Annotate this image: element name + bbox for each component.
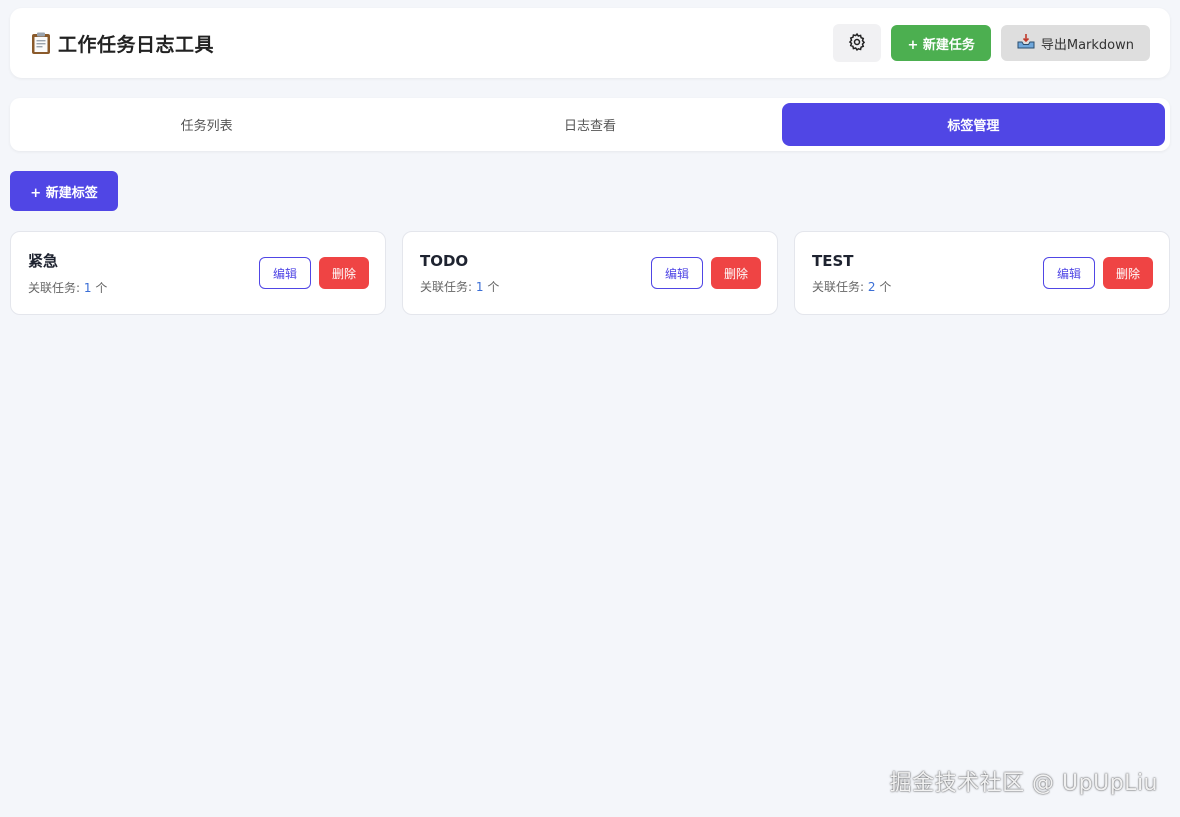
tag-actions: 编辑 删除 [259, 257, 369, 289]
tag-count: 1 [83, 281, 92, 295]
tag-name: TEST [812, 251, 854, 270]
tab-log-view[interactable]: 日志查看 [398, 103, 781, 146]
delete-tag-button[interactable]: 删除 [711, 257, 761, 289]
delete-tag-button[interactable]: 删除 [1103, 257, 1153, 289]
new-task-button[interactable]: + 新建任务 [891, 25, 991, 61]
new-tag-button[interactable]: + 新建标签 [10, 171, 118, 211]
tag-card: TODO 关联任务: 1 个 编辑 删除 [402, 231, 778, 315]
tag-info: TEST 关联任务: 2 个 [812, 252, 891, 295]
header-actions: + 新建任务 导出Markdown [833, 24, 1150, 62]
tag-count: 2 [867, 279, 876, 294]
tag-card: 紧急 关联任务: 1 个 编辑 删除 [10, 231, 386, 315]
tag-card: TEST 关联任务: 2 个 编辑 删除 [794, 231, 1170, 315]
edit-tag-button[interactable]: 编辑 [651, 257, 703, 289]
main-tabs: 任务列表 日志查看 标签管理 [10, 98, 1170, 151]
tag-name: TODO [420, 251, 469, 270]
tag-actions: 编辑 删除 [651, 257, 761, 289]
gear-icon [847, 32, 867, 55]
tab-tag-management[interactable]: 标签管理 [781, 103, 1165, 146]
inbox-tray-icon [1017, 33, 1035, 53]
tag-info: 紧急 关联任务: 1 个 [28, 250, 107, 296]
tag-actions: 编辑 删除 [1043, 257, 1153, 289]
tag-meta-suffix: 个 [483, 279, 500, 294]
edit-tag-button[interactable]: 编辑 [1043, 257, 1095, 289]
export-button-label: 导出Markdown [1040, 37, 1134, 53]
watermark: 掘金技术社区 @ UpUpLiu [889, 771, 1158, 796]
edit-tag-button[interactable]: 编辑 [259, 257, 311, 289]
app-title: 工作任务日志工具 [58, 33, 215, 56]
tag-meta-prefix: 关联任务: [420, 279, 476, 294]
tag-info: TODO 关联任务: 1 个 [420, 252, 499, 295]
app-header: 工作任务日志工具 + 新建任务 导出Markdown [10, 8, 1170, 78]
app-root: 工作任务日志工具 + 新建任务 导出Markdown 任务列表 日志查看 标签管… [0, 0, 1180, 817]
delete-tag-button[interactable]: 删除 [319, 257, 369, 289]
tag-meta: 关联任务: 2 个 [812, 278, 891, 295]
title-wrap: 工作任务日志工具 [30, 30, 214, 57]
tag-name: 紧急 [28, 252, 59, 270]
clipboard-icon [30, 31, 52, 55]
export-markdown-button[interactable]: 导出Markdown [1000, 25, 1150, 61]
tag-meta-suffix: 个 [875, 279, 892, 294]
tag-count: 1 [475, 279, 484, 294]
settings-button[interactable] [833, 24, 882, 62]
tag-meta: 关联任务: 1 个 [420, 278, 499, 295]
tag-meta: 关联任务: 1 个 [28, 279, 107, 296]
tag-meta-prefix: 关联任务: [28, 281, 84, 295]
tab-task-list[interactable]: 任务列表 [15, 103, 398, 146]
tag-meta-prefix: 关联任务: [812, 279, 868, 294]
tag-card-grid: 紧急 关联任务: 1 个 编辑 删除 TODO 关联任务: 1 个 编辑 删除 … [10, 231, 1170, 315]
tag-meta-suffix: 个 [91, 281, 108, 295]
